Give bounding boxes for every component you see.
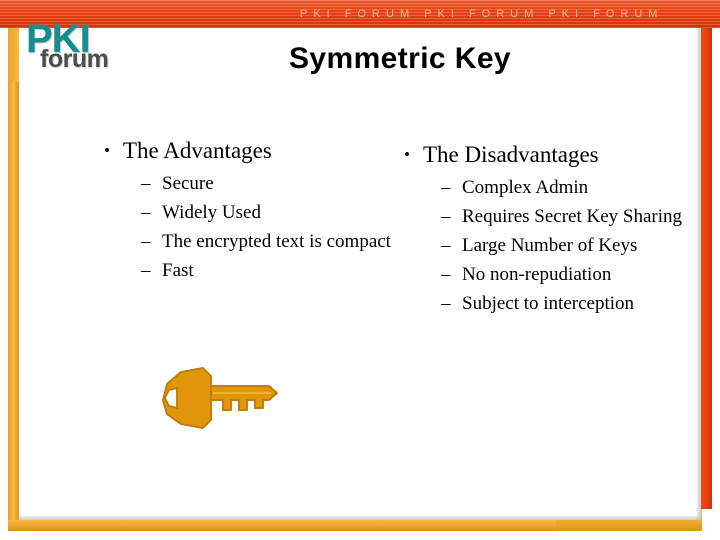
advantages-list: – Secure – Widely Used – The encrypted t… <box>104 171 394 284</box>
list-item-label: Secure <box>162 173 214 194</box>
key-icon <box>143 366 283 432</box>
dash-glyph-icon: – <box>141 173 151 194</box>
frame-bottom-bar <box>8 520 556 531</box>
list-item: – Complex Admin <box>441 175 704 201</box>
list-item-label: Fast <box>162 260 194 281</box>
dash-glyph-icon: – <box>441 293 451 314</box>
disadvantages-heading: • The Disadvantages <box>404 140 704 169</box>
advantages-heading-label: The Advantages <box>123 138 272 163</box>
list-item-label: No non-repudiation <box>462 264 612 285</box>
dash-glyph-icon: – <box>141 202 151 223</box>
dash-glyph-icon: – <box>441 235 451 256</box>
dash-glyph-icon: – <box>141 231 151 252</box>
list-item: – No non-repudiation <box>441 262 704 288</box>
list-item: – Requires Secret Key Sharing <box>441 204 704 230</box>
list-item: – The encrypted text is compact <box>141 229 394 255</box>
disadvantages-list: – Complex Admin – Requires Secret Key Sh… <box>404 175 704 317</box>
advantages-column: • The Advantages – Secure – Widely Used … <box>104 136 394 287</box>
list-item-label: Requires Secret Key Sharing <box>462 206 683 227</box>
slide: PKI FORUM PKI FORUM PKI FORUM PKI forum … <box>0 0 720 540</box>
advantages-heading: • The Advantages <box>104 136 394 165</box>
list-item-label: Large Number of Keys <box>462 235 638 256</box>
dash-glyph-icon: – <box>441 206 451 227</box>
key-icon-body <box>162 367 278 429</box>
dash-glyph-icon: – <box>141 260 151 281</box>
list-item-label: The encrypted text is compact <box>162 231 391 252</box>
list-item-label: Subject to interception <box>462 293 635 314</box>
list-item-label: Complex Admin <box>462 177 589 198</box>
key-icon-svg <box>162 367 278 429</box>
bullet-glyph-icon: • <box>104 141 110 160</box>
bullet-glyph-icon: • <box>404 145 410 164</box>
top-banner-text: PKI FORUM PKI FORUM PKI FORUM <box>300 8 664 20</box>
disadvantages-column: • The Disadvantages – Complex Admin – Re… <box>404 140 704 320</box>
dash-glyph-icon: – <box>441 264 451 285</box>
logo-forum-text: forum <box>40 45 109 73</box>
list-item: – Subject to interception <box>441 291 704 317</box>
frame-left-bar <box>8 82 19 522</box>
list-item: – Fast <box>141 258 394 284</box>
list-item-label: Widely Used <box>162 202 261 223</box>
pki-forum-logo: PKI forum <box>26 19 109 73</box>
slide-title: Symmetric Key <box>289 42 511 75</box>
disadvantages-heading-label: The Disadvantages <box>423 142 599 167</box>
list-item: – Widely Used <box>141 200 394 226</box>
list-item: – Secure <box>141 171 394 197</box>
dash-glyph-icon: – <box>441 177 451 198</box>
list-item: – Large Number of Keys <box>441 233 704 259</box>
